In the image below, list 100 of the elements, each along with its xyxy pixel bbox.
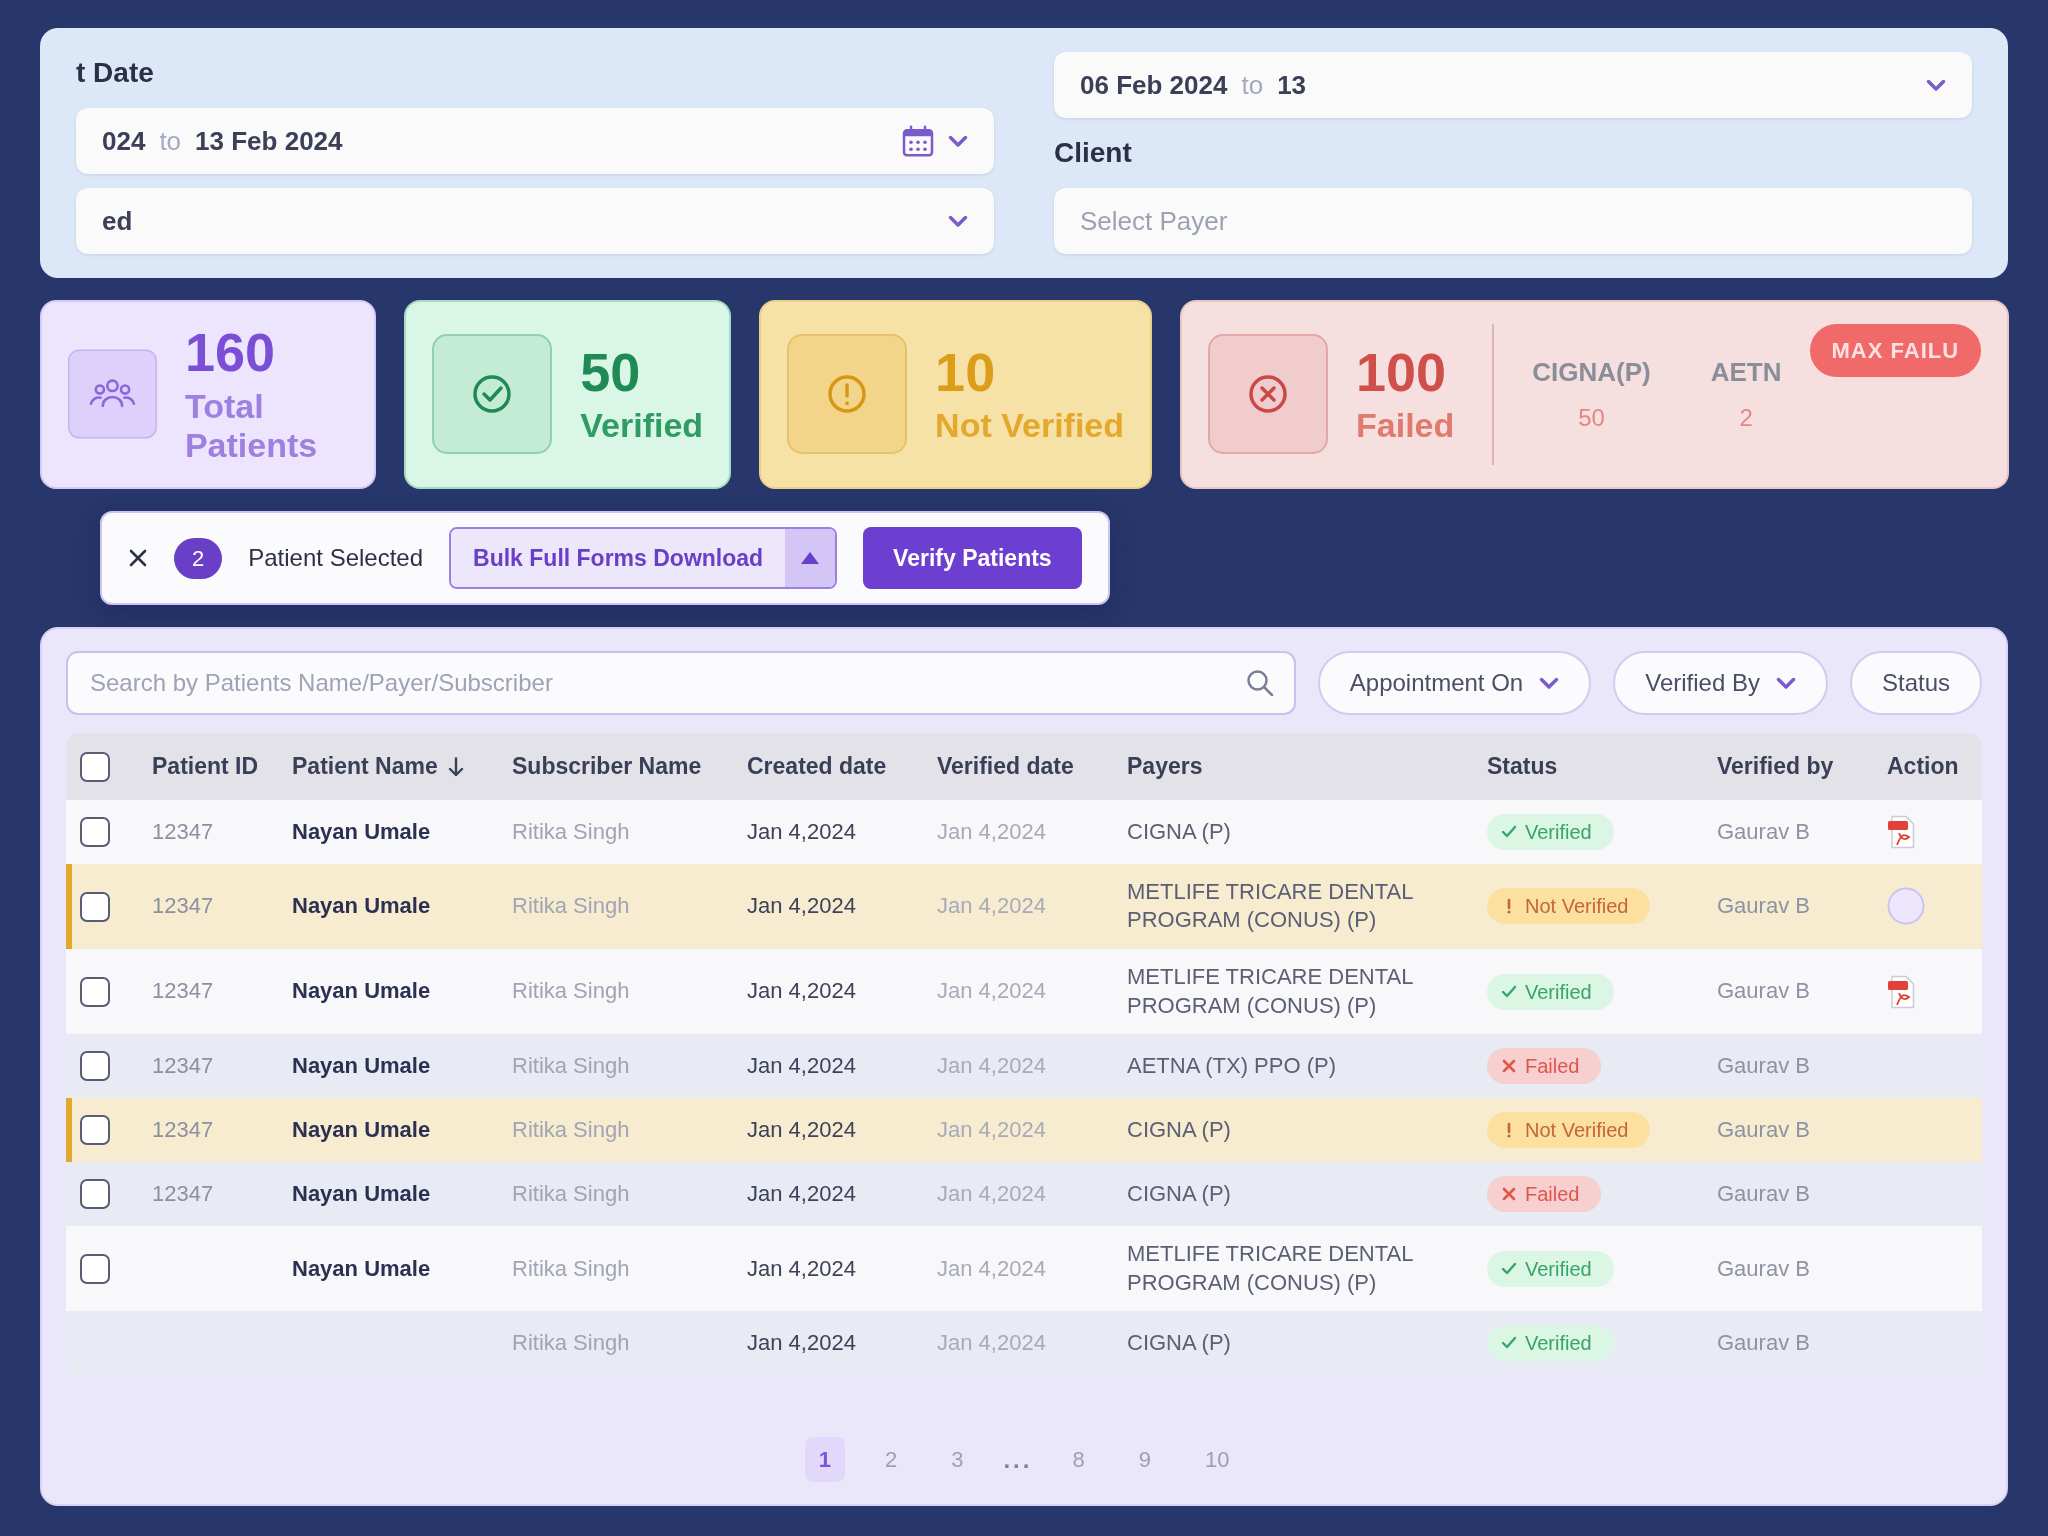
stat-value: 10 — [935, 343, 996, 401]
patient-name: Nayan Umale — [292, 978, 431, 1004]
payer-count: 2 — [1739, 402, 1753, 433]
page-link[interactable]: 1 — [804, 1437, 845, 1482]
verified-date: Jan 4,2024 — [937, 1180, 1046, 1206]
verify-patients-button[interactable]: Verify Patients — [863, 526, 1082, 590]
checkbox[interactable] — [80, 816, 110, 847]
created-date: Jan 4,2024 — [747, 1255, 856, 1281]
subscriber-name: Ritika Singh — [512, 1330, 630, 1356]
payer-name: CIGNA (P) — [1127, 1180, 1231, 1206]
created-date: Jan 4,2024 — [747, 1052, 856, 1078]
table-row[interactable]: 12347 Nayan Umale Ritika Singh Jan 4,2024 Jan 4,2024 AETNA (TX) PPO (P) Failed Gaurav B — [66, 1034, 1982, 1099]
verified-by-name: Gaurav B — [1717, 818, 1810, 844]
date-range-field[interactable]: 06 Feb 2024 to 13 — [1054, 52, 1972, 118]
stat-value: 50 — [580, 343, 641, 401]
alert-badge: MAX FAILU — [1809, 324, 1982, 377]
subscriber-name: Ritika Singh — [512, 1116, 630, 1142]
checkbox[interactable] — [80, 751, 110, 782]
filter-dropdown[interactable]: Verified By — [1613, 651, 1828, 716]
patient-id: 12347 — [152, 978, 214, 1004]
field-label: Client — [1054, 136, 1132, 170]
page-ellipsis: ... — [1003, 1444, 1033, 1475]
status-label: Failed — [1525, 1182, 1580, 1208]
created-date: Jan 4,2024 — [747, 978, 856, 1004]
column-header: Subscriber Name — [512, 752, 702, 782]
verified-by-name: Gaurav B — [1717, 1180, 1810, 1206]
table-row[interactable]: 12347 Nayan Umale Ritika Singh Jan 4,2024 Jan 4,2024 CIGNA (P) Not Verified Gaurav B — [66, 1098, 1982, 1163]
column-header: Patient ID — [152, 752, 259, 782]
filter-dropdown[interactable]: Status — [1849, 651, 1982, 716]
verified-by-name: Gaurav B — [1717, 893, 1810, 919]
verified-date: Jan 4,2024 — [937, 1255, 1046, 1281]
checkbox[interactable] — [80, 1179, 110, 1210]
select-field[interactable]: ed — [76, 188, 994, 254]
checkbox[interactable] — [80, 1115, 110, 1146]
payer-label: AETN — [1710, 355, 1782, 389]
x-icon — [1501, 1058, 1517, 1075]
verified-date: Jan 4,2024 — [937, 818, 1046, 844]
verified-by-name: Gaurav B — [1717, 1255, 1810, 1281]
file-icon[interactable] — [1887, 974, 1917, 1009]
chevron-down-icon — [948, 134, 968, 148]
calendar-icon — [902, 125, 934, 157]
table-row[interactable]: Nayan Umale Ritika Singh Jan 4,2024 Jan 4,2024 METLIFE TRICARE DENTAL PROGRAM (CONUS) (P) Verified Gaurav B — [66, 1226, 1982, 1312]
patient-name: Nayan Umale — [292, 1052, 431, 1078]
payer-name: METLIFE TRICARE DENTAL PROGRAM (CONUS) (P) — [1127, 878, 1413, 933]
created-date: Jan 4,2024 — [747, 818, 856, 844]
caret-up-icon — [801, 552, 820, 565]
column-header: Created date — [747, 752, 887, 782]
table-row[interactable]: Ritika Singh Jan 4,2024 Jan 4,2024 CIGNA (P) Verified Gaurav B — [66, 1311, 1982, 1376]
subscriber-name: Ritika Singh — [512, 893, 630, 919]
table-row[interactable]: 12347 Nayan Umale Ritika Singh Jan 4,2024 Jan 4,2024 CIGNA (P) Failed Gaurav B — [66, 1162, 1982, 1227]
date-range-field[interactable]: 024 to 13 Feb 2024 — [76, 108, 994, 174]
checkbox[interactable] — [80, 891, 110, 922]
verified-date: Jan 4,2024 — [937, 893, 1046, 919]
checkbox[interactable] — [80, 1253, 110, 1284]
select-field[interactable]: Select Payer — [1054, 188, 1972, 254]
download-menu-button[interactable]: Bulk Full Forms Download — [451, 528, 786, 588]
checkbox[interactable] — [80, 976, 110, 1007]
column-header: Verified date — [937, 752, 1074, 782]
status-label: Verified — [1525, 1256, 1592, 1282]
arrow-down-icon — [447, 756, 464, 777]
filter-dropdown[interactable]: Appointment On — [1317, 651, 1592, 716]
status-label: Verified — [1525, 819, 1592, 845]
column-header: Patient Name — [292, 749, 464, 784]
verified-by-name: Gaurav B — [1717, 1052, 1810, 1078]
verified-by-name: Gaurav B — [1717, 1116, 1810, 1142]
payer-name: AETNA (TX) PPO (P) — [1127, 1052, 1337, 1078]
file-icon[interactable] — [1887, 814, 1917, 849]
patient-id: 12347 — [152, 893, 214, 919]
patient-id: 12347 — [152, 818, 214, 844]
column-header: Status — [1487, 752, 1558, 782]
close-icon[interactable] — [128, 548, 148, 569]
created-date: Jan 4,2024 — [747, 1116, 856, 1142]
checkbox[interactable] — [80, 1051, 110, 1082]
table-row[interactable]: 12347 Nayan Umale Ritika Singh Jan 4,2024 Jan 4,2024 CIGNA (P) Verified Gaurav B — [66, 799, 1982, 864]
check-icon — [1501, 983, 1517, 1000]
status-label: Failed — [1525, 1054, 1580, 1080]
verified-date: Jan 4,2024 — [937, 1330, 1046, 1356]
patient-id: 12347 — [152, 1180, 214, 1206]
verified-by-name: Gaurav B — [1717, 1330, 1810, 1356]
chevron-down-icon — [1775, 676, 1796, 690]
column-header: Verified by — [1717, 752, 1834, 782]
created-date: Jan 4,2024 — [747, 893, 856, 919]
patient-name: Nayan Umale — [292, 1255, 431, 1281]
field-label: t Date — [76, 56, 154, 90]
stat-label: Verified — [580, 406, 704, 446]
status-label: Not Verified — [1525, 1118, 1629, 1144]
search-field[interactable]: Search by Patients Name/Payer/Subscriber — [66, 651, 1296, 716]
table-row[interactable]: 12347 Nayan Umale Ritika Singh Jan 4,2024 Jan 4,2024 METLIFE TRICARE DENTAL PROGRAM (CONUS) (P) Verified Gaurav B — [66, 949, 1982, 1035]
subscriber-name: Ritika Singh — [512, 1255, 630, 1281]
patient-id: 12347 — [152, 1116, 214, 1142]
dropdown-toggle-button[interactable] — [785, 528, 836, 588]
check-icon — [1501, 823, 1517, 840]
x-icon — [1501, 1186, 1517, 1203]
status-label: Verified — [1525, 979, 1592, 1005]
payer-name: CIGNA (P) — [1127, 1116, 1231, 1142]
status-label: Verified — [1525, 1331, 1592, 1357]
stat-label: Total Patients — [184, 386, 319, 465]
patient-name: Nayan Umale — [292, 818, 431, 844]
table-row[interactable]: 12347 Nayan Umale Ritika Singh Jan 4,2024 Jan 4,2024 METLIFE TRICARE DENTAL PROGRAM (CONUS) (P) Not Verified Gaurav B — [66, 863, 1982, 950]
payer-name: METLIFE TRICARE DENTAL PROGRAM (CONUS) (P) — [1127, 1241, 1413, 1295]
